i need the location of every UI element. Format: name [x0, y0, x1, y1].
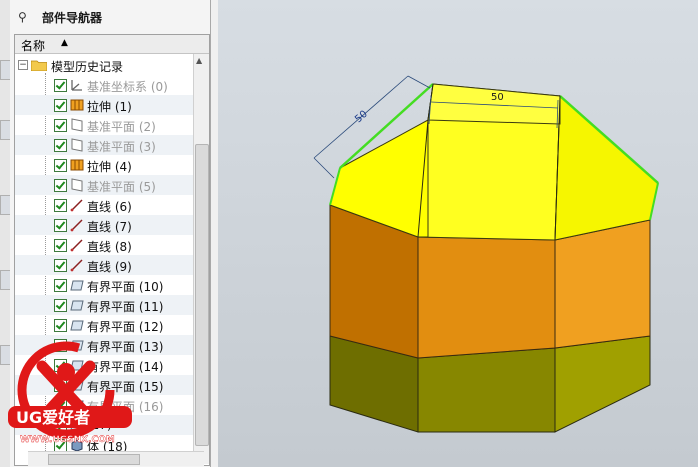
- bottom-face-front: [417, 347, 556, 433]
- bottom-face-right: [554, 335, 651, 433]
- visibility-checkbox[interactable]: [54, 219, 67, 232]
- tree-item[interactable]: 直线 (9): [15, 255, 193, 275]
- scroll-thumb[interactable]: [195, 144, 209, 446]
- datum-plane-icon: [70, 138, 84, 152]
- tree-item-label: 基准平面 (5): [87, 180, 156, 194]
- tree-item[interactable]: 有界平面 (10): [15, 275, 193, 295]
- datum-csys-icon: [70, 78, 84, 92]
- tree-item-label: 有界平面 (11): [87, 300, 164, 314]
- bounded-plane-icon: [70, 318, 84, 332]
- tree-item[interactable]: 直线 (7): [15, 215, 193, 235]
- tree-item[interactable]: 拉伸 (1): [15, 95, 193, 115]
- folder-icon: [31, 60, 47, 71]
- visibility-checkbox[interactable]: [54, 199, 67, 212]
- visibility-checkbox[interactable]: [54, 159, 67, 172]
- visibility-checkbox[interactable]: [54, 259, 67, 272]
- navigator-title: 部件导航器: [42, 11, 103, 25]
- tree-root-label: 模型历史记录: [51, 60, 124, 74]
- extension-line: [313, 157, 335, 179]
- tree-item-label: 直线 (9): [87, 260, 132, 274]
- tree-item[interactable]: 有界平面 (12): [15, 315, 193, 335]
- tree-item[interactable]: 直线 (6): [15, 195, 193, 215]
- tree-item[interactable]: 有界平面 (11): [15, 295, 193, 315]
- octagonal-solid-model[interactable]: 50 50: [218, 0, 698, 467]
- line-icon: [70, 238, 84, 252]
- vertical-scrollbar[interactable]: ▲ ▼: [193, 54, 209, 464]
- tree-item[interactable]: 基准平面 (5): [15, 175, 193, 195]
- tree-item[interactable]: 基准平面 (2): [15, 115, 193, 135]
- top-face-cap: [427, 83, 561, 125]
- tree-item[interactable]: 直线 (8): [15, 235, 193, 255]
- visibility-checkbox[interactable]: [54, 279, 67, 292]
- ugsnx-watermark-logo: UG爱好者 WWW.UGSNX.COM: [8, 341, 132, 445]
- column-header[interactable]: 名称 ▲: [15, 35, 209, 54]
- dimension-top-value[interactable]: 50: [491, 92, 504, 103]
- visibility-checkbox[interactable]: [54, 179, 67, 192]
- tree-item-label: 拉伸 (1): [87, 100, 132, 114]
- datum-plane-icon: [70, 118, 84, 132]
- bounded-plane-icon: [70, 278, 84, 292]
- tree-item-label: 基准平面 (2): [87, 120, 156, 134]
- visibility-checkbox[interactable]: [54, 239, 67, 252]
- tree-item-label: 有界平面 (10): [87, 280, 164, 294]
- tree-item-label: 拉伸 (4): [87, 160, 132, 174]
- column-name-label: 名称: [21, 39, 46, 53]
- graphics-viewport[interactable]: 50 50: [218, 0, 698, 467]
- tree-item-label: 基准坐标系 (0): [87, 80, 168, 94]
- visibility-checkbox[interactable]: [54, 299, 67, 312]
- tree-item-label: 直线 (6): [87, 200, 132, 214]
- scroll-up-icon[interactable]: ▲: [196, 56, 202, 65]
- tree-item[interactable]: 基准坐标系 (0): [15, 75, 193, 95]
- tree-root-row[interactable]: − 模型历史记录: [15, 55, 193, 75]
- bounded-plane-icon: [70, 298, 84, 312]
- side-face-right: [554, 219, 651, 349]
- watermark-head: [57, 363, 75, 381]
- collapse-icon[interactable]: −: [18, 60, 28, 70]
- watermark-brand: UG爱好者: [16, 408, 90, 427]
- side-face-front: [417, 236, 556, 359]
- visibility-checkbox[interactable]: [54, 119, 67, 132]
- extension-line: [407, 75, 431, 89]
- line-icon: [70, 218, 84, 232]
- sort-ascending-icon: ▲: [61, 38, 68, 48]
- line-icon: [70, 258, 84, 272]
- tree-item[interactable]: 基准平面 (3): [15, 135, 193, 155]
- pin-icon[interactable]: ⚲: [18, 10, 27, 24]
- navigator-header: ⚲ 部件导航器: [10, 0, 210, 32]
- visibility-checkbox[interactable]: [54, 99, 67, 112]
- watermark-url: WWW.UGSNX.COM: [20, 435, 115, 445]
- extrude-icon: [70, 158, 84, 172]
- line-icon: [70, 198, 84, 212]
- tree-item-label: 有界平面 (12): [87, 320, 164, 334]
- tree-item-label: 直线 (7): [87, 220, 132, 234]
- tree-item[interactable]: 拉伸 (4): [15, 155, 193, 175]
- extrude-icon: [70, 98, 84, 112]
- datum-plane-icon: [70, 178, 84, 192]
- visibility-checkbox[interactable]: [54, 319, 67, 332]
- visibility-checkbox[interactable]: [54, 79, 67, 92]
- tree-item-label: 基准平面 (3): [87, 140, 156, 154]
- visibility-checkbox[interactable]: [54, 139, 67, 152]
- tree-item-label: 直线 (8): [87, 240, 132, 254]
